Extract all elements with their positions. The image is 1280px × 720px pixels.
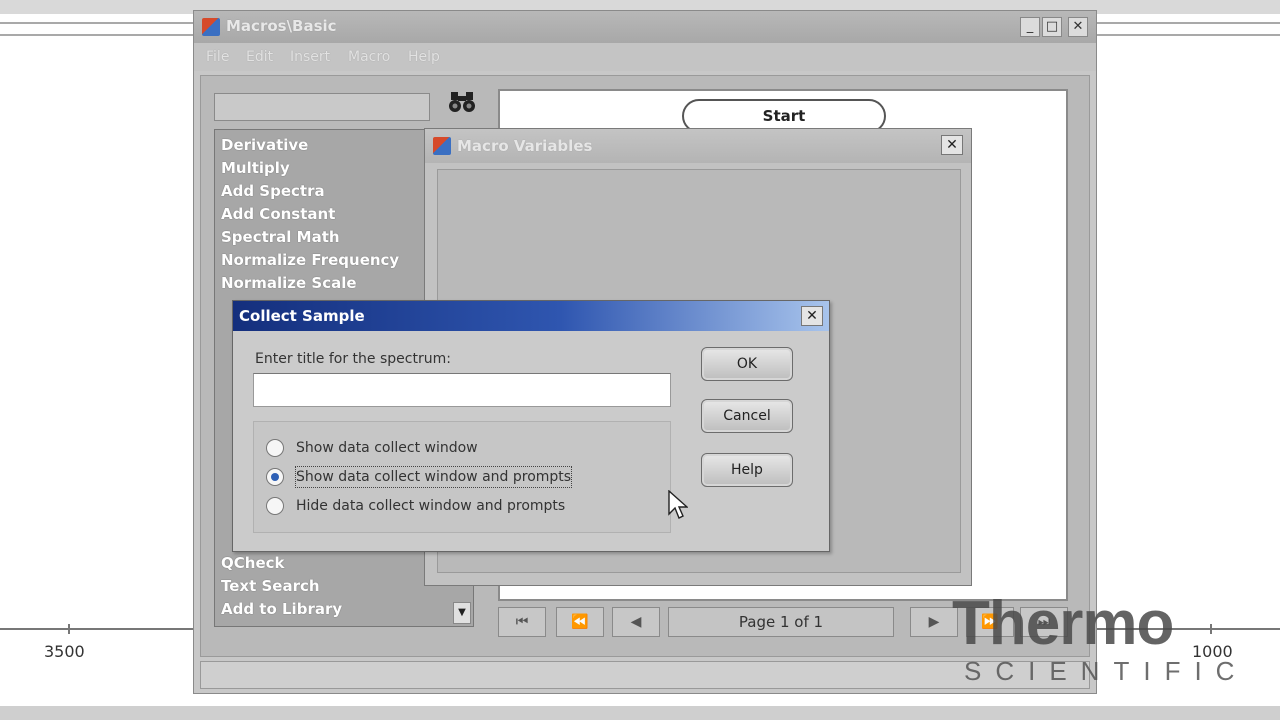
mouse-cursor-icon (668, 490, 688, 519)
scientific-logo-text: SCIENTIFIC (964, 656, 1249, 686)
binoculars-icon[interactable] (442, 89, 482, 123)
option-label: Hide data collect window and prompts (296, 498, 566, 514)
collect-sample-titlebar[interactable]: Collect Sample ✕ (233, 301, 829, 331)
fast-back-button[interactable]: ⏪ (556, 607, 604, 637)
menu-edit[interactable]: Edit (246, 49, 273, 65)
scroll-down-arrow-icon[interactable]: ▼ (453, 602, 471, 624)
menu-insert[interactable]: Insert (290, 49, 330, 65)
spectrum-title-label: Enter title for the spectrum: (255, 351, 451, 367)
macro-variables-close-button[interactable]: ✕ (941, 135, 963, 155)
next-page-button[interactable]: ▶ (910, 607, 958, 637)
option-label: Show data collect window and prompts (294, 466, 573, 488)
menu-bar: File Edit Insert Macro Help (194, 43, 1096, 71)
binoculars-icon (449, 92, 475, 112)
help-button[interactable]: Help (701, 453, 793, 487)
command-item-derivative[interactable]: Derivative (221, 136, 308, 154)
collect-window-options: Show data collect window Show data colle… (253, 421, 671, 533)
background-bottom-band (0, 706, 1280, 720)
cancel-button[interactable]: Cancel (701, 399, 793, 433)
axis-tick-label: 3500 (44, 642, 85, 661)
macro-variables-title: Macro Variables (457, 137, 593, 155)
command-item-normalize-frequency[interactable]: Normalize Frequency (221, 251, 399, 269)
status-bar (200, 661, 1090, 689)
axis-tick (1210, 624, 1212, 634)
maximize-button[interactable]: □ (1042, 17, 1062, 37)
command-item-add-spectra[interactable]: Add Spectra (221, 182, 325, 200)
ok-button[interactable]: OK (701, 347, 793, 381)
spectrum-title-input[interactable] (253, 373, 671, 407)
axis-tick (68, 624, 70, 634)
command-item-add-to-library[interactable]: Add to Library (221, 600, 342, 618)
app-icon (202, 18, 220, 36)
first-page-button[interactable]: ⏮ (498, 607, 546, 637)
app-icon (433, 137, 451, 155)
collect-sample-title: Collect Sample (239, 307, 365, 325)
radio-button[interactable] (266, 439, 284, 457)
command-item-spectral-math[interactable]: Spectral Math (221, 228, 340, 246)
close-button[interactable]: ✕ (1068, 17, 1088, 37)
thermo-logo: Thermo (952, 589, 1174, 658)
command-item-text-search[interactable]: Text Search (221, 577, 320, 595)
command-search-input[interactable] (214, 93, 430, 121)
window-title: Macros\Basic (226, 17, 337, 35)
menu-help[interactable]: Help (408, 49, 440, 65)
radio-button-selected[interactable] (266, 468, 284, 486)
previous-page-button[interactable]: ◀ (612, 607, 660, 637)
page-indicator: Page 1 of 1 (668, 607, 894, 637)
command-item-multiply[interactable]: Multiply (221, 159, 290, 177)
window-titlebar[interactable]: Macros\Basic _ □ ✕ (194, 11, 1096, 43)
command-item-add-constant[interactable]: Add Constant (221, 205, 335, 223)
option-label: Show data collect window (296, 440, 478, 456)
macro-variables-titlebar[interactable]: Macro Variables ✕ (425, 129, 971, 163)
command-item-qcheck[interactable]: QCheck (221, 554, 284, 572)
menu-macro[interactable]: Macro (348, 49, 390, 65)
minimize-button[interactable]: _ (1020, 17, 1040, 37)
radio-button[interactable] (266, 497, 284, 515)
menu-file[interactable]: File (206, 49, 229, 65)
command-item-normalize-scale[interactable]: Normalize Scale (221, 274, 357, 292)
collect-sample-close-button[interactable]: ✕ (801, 306, 823, 326)
collect-sample-dialog: Collect Sample ✕ Enter title for the spe… (232, 300, 830, 552)
